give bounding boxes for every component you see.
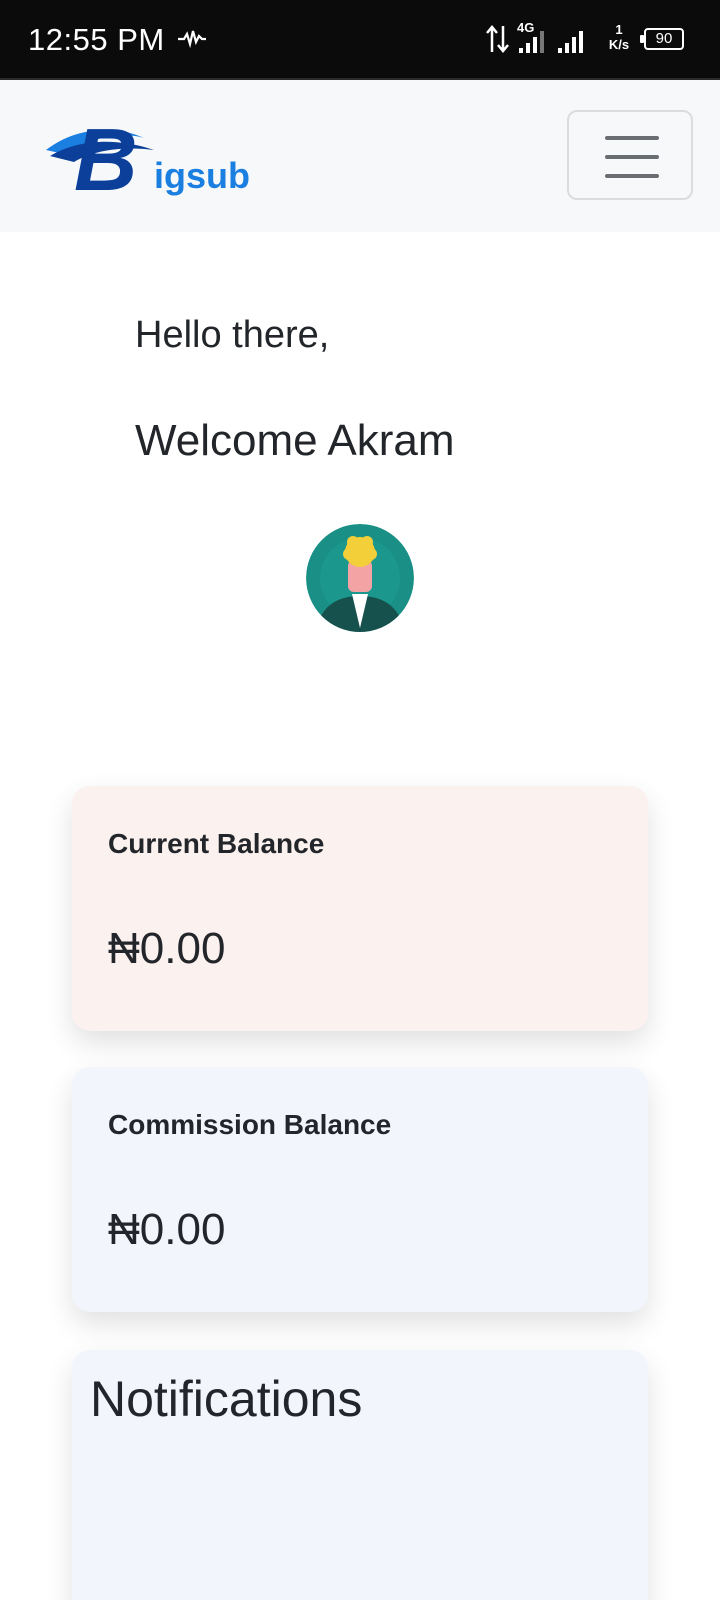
network-speed: 1 K/s [602,22,636,52]
hamburger-icon-line [605,155,659,159]
commission-balance-card: Commission Balance ₦0.00 [72,1067,648,1312]
data-transfer-icon [486,25,509,53]
commission-balance-label: Commission Balance [108,1109,392,1140]
status-bar: 12:55 PM 4G 1 K/s 90 [0,0,720,78]
notifications-card: Notifications [72,1350,648,1600]
logo-text: igsub [154,155,250,196]
battery-level: 90 [655,30,673,47]
greeting-welcome: Welcome Akram [135,416,455,465]
user-avatar [306,524,414,632]
logo-letter: B [74,110,138,200]
activity-icon [178,30,206,48]
battery-icon: 90 [640,28,684,50]
bigsub-logo[interactable]: B igsub [44,110,274,200]
signal-icon [519,31,544,53]
signal-icon-2 [558,31,583,53]
greeting-hello: Hello there, [135,314,330,356]
speed-value: 1 [615,22,623,37]
menu-toggle-button[interactable] [567,110,693,200]
speed-unit: K/s [608,37,630,52]
hamburger-icon [605,136,659,140]
navbar: B igsub [0,78,720,232]
current-balance-card: Current Balance ₦0.00 [72,786,648,1031]
hamburger-icon-line [605,174,659,178]
status-time: 12:55 PM [28,22,165,57]
current-balance-label: Current Balance [108,828,325,859]
current-balance-amount: ₦0.00 [108,924,226,973]
commission-balance-amount: ₦0.00 [108,1205,226,1254]
notifications-title: Notifications [90,1371,363,1427]
